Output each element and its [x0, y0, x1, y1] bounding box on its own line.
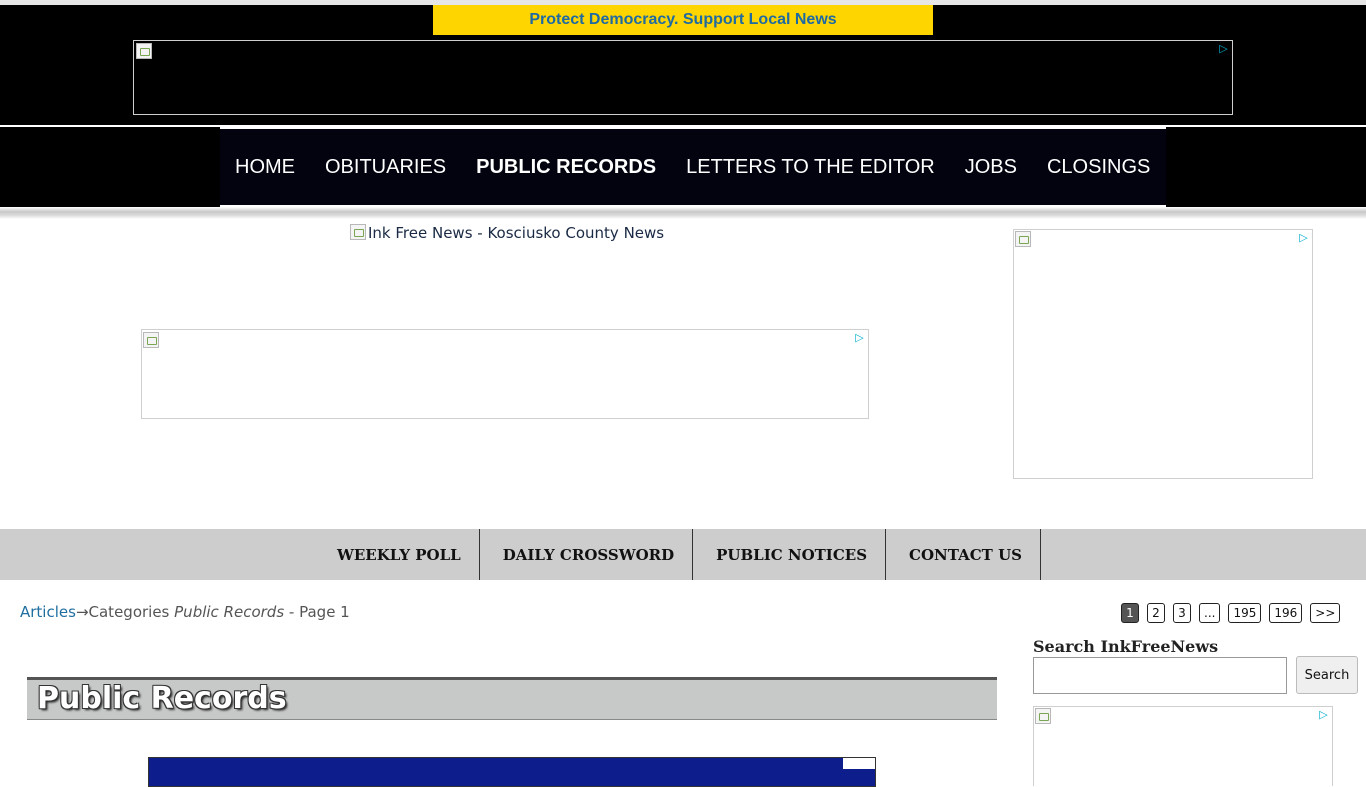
broken-image-icon: [1035, 708, 1051, 724]
nav-shadow-bar: [0, 207, 1366, 219]
nav-item-jobs[interactable]: JOBS: [965, 156, 1017, 179]
adchoices-icon[interactable]: ▷: [853, 331, 866, 344]
leaderboard-ad[interactable]: ▷: [141, 329, 869, 419]
nav-item-closings[interactable]: CLOSINGS: [1047, 156, 1150, 179]
breadcrumb-arrow: →: [75, 603, 89, 621]
pagination: 1 2 3 ... 195 196 >>: [1121, 603, 1341, 623]
page-ellipsis[interactable]: ...: [1199, 603, 1221, 623]
logo-alt-text[interactable]: Ink Free News - Kosciusko County News: [368, 224, 664, 242]
next-page-button[interactable]: >>: [1310, 603, 1341, 623]
broken-image-icon: [1015, 231, 1031, 247]
promo-banner[interactable]: Protect Democracy. Support Local News: [433, 5, 933, 35]
sidebar-ad-2[interactable]: ▷: [1033, 706, 1333, 786]
subnav-item-public-notices[interactable]: PUBLIC NOTICES: [693, 529, 887, 580]
nav-item-obituaries[interactable]: OBITUARIES: [325, 156, 446, 179]
header-ad[interactable]: ▷: [133, 40, 1233, 115]
broken-image-icon: [143, 332, 159, 348]
nav-item-letters-to-the-editor[interactable]: LETTERS TO THE EDITOR: [686, 156, 935, 179]
content-ad[interactable]: [148, 757, 876, 787]
search-input[interactable]: [1033, 657, 1287, 694]
adchoices-icon[interactable]: ▷: [1217, 42, 1230, 55]
search-label: Search InkFreeNews: [1033, 637, 1219, 656]
section-header: Public Records: [27, 677, 997, 720]
adchoices-icon[interactable]: ▷: [1297, 231, 1310, 244]
breadcrumb-category-name: Public Records: [174, 603, 285, 621]
page-button[interactable]: 196: [1269, 603, 1303, 623]
breadcrumb-page: - Page 1: [284, 603, 350, 621]
main-nav: HOME OBITUARIES PUBLIC RECORDS LETTERS T…: [220, 127, 1166, 207]
nav-item-public-records[interactable]: PUBLIC RECORDS: [476, 156, 656, 179]
sidebar-ad[interactable]: ▷: [1013, 229, 1313, 479]
breadcrumb: Articles→Categories Public Records - Pag…: [20, 603, 350, 621]
broken-image-icon: [136, 43, 152, 59]
subnav-item-contact-us[interactable]: CONTACT US: [886, 529, 1041, 580]
adchoices-icon[interactable]: [843, 758, 875, 769]
site-logo[interactable]: Ink Free News - Kosciusko County News: [350, 224, 664, 242]
page-button[interactable]: 3: [1173, 603, 1191, 623]
breadcrumb-categories: Categories: [88, 603, 175, 621]
page-button-current[interactable]: 1: [1121, 603, 1139, 623]
page-button[interactable]: 195: [1228, 603, 1262, 623]
nav-item-home[interactable]: HOME: [235, 156, 295, 179]
promo-banner-text[interactable]: Protect Democracy. Support Local News: [529, 11, 836, 29]
adchoices-icon[interactable]: ▷: [1317, 708, 1330, 721]
subnav-item-weekly-poll[interactable]: WEEKLY POLL: [337, 529, 480, 580]
breadcrumb-articles-link[interactable]: Articles: [20, 603, 76, 621]
page-button[interactable]: 2: [1147, 603, 1165, 623]
secondary-nav: WEEKLY POLL DAILY CROSSWORD PUBLIC NOTIC…: [0, 529, 1366, 580]
search-button[interactable]: Search: [1296, 656, 1358, 694]
subnav-item-daily-crossword[interactable]: DAILY CROSSWORD: [480, 529, 694, 580]
broken-image-icon: [350, 224, 366, 240]
page-title: Public Records: [37, 681, 287, 716]
